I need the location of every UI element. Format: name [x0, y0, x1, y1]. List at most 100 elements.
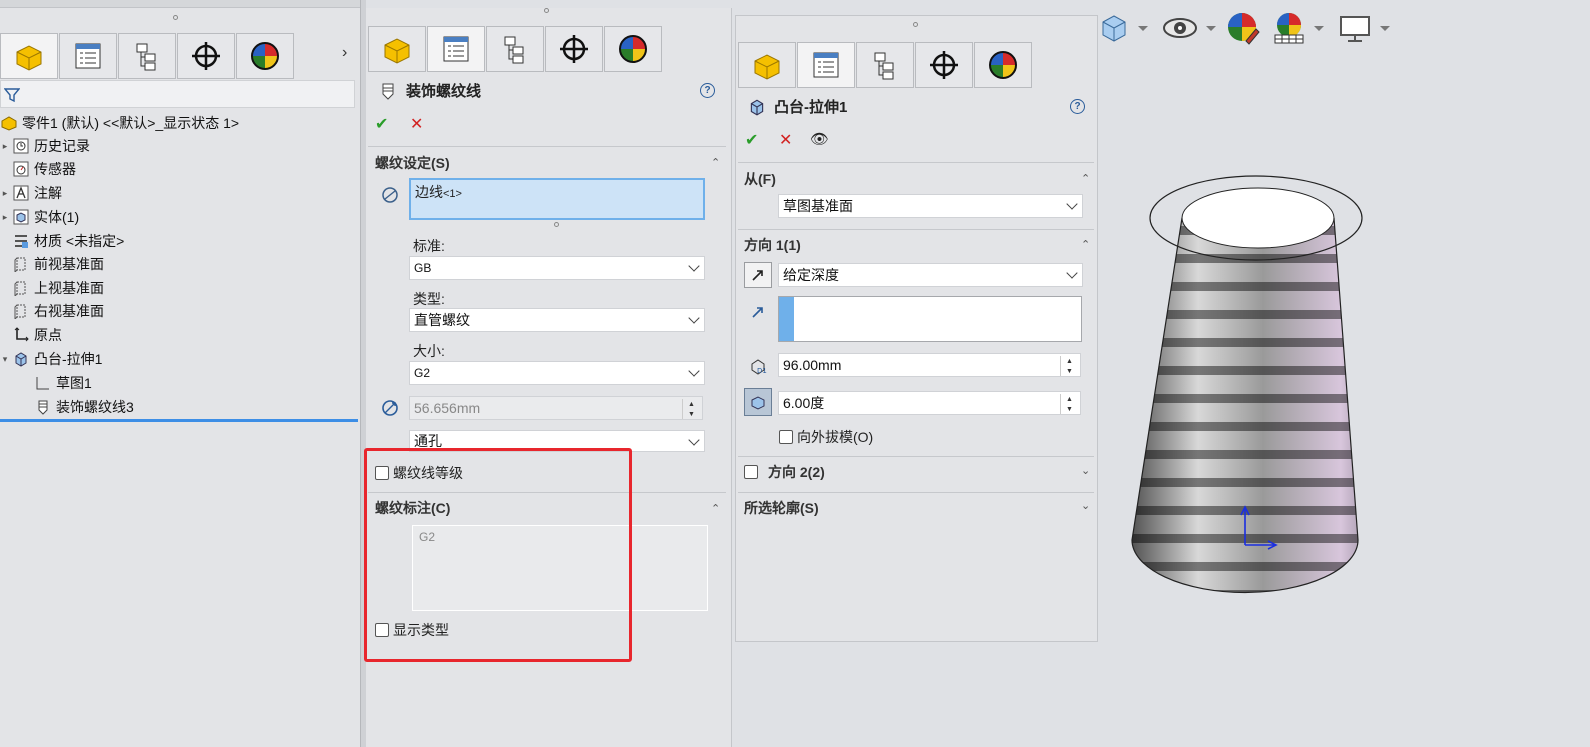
tab-property-manager[interactable] — [59, 33, 117, 79]
tree-item-sensors[interactable]: 传感器 — [0, 158, 76, 180]
collapse-chevron-icon[interactable]: ⌃ — [1081, 238, 1090, 251]
standard-select[interactable]: GB — [409, 256, 705, 280]
from-select[interactable]: 草图基准面 — [778, 194, 1083, 218]
tab-display-manager[interactable] — [236, 33, 294, 79]
chevron-down-icon[interactable] — [1206, 25, 1216, 31]
section-direction-1[interactable]: 方向 1(1) — [744, 234, 801, 256]
section-selected-contours[interactable]: 所选轮廓(S) — [744, 497, 819, 519]
model-viewport[interactable] — [1120, 170, 1380, 610]
depth-input[interactable]: 96.00mm ▲ ▼ — [778, 353, 1081, 377]
tab-property-manager[interactable] — [797, 42, 855, 88]
chevron-down-icon[interactable] — [1314, 25, 1324, 31]
tree-item-solid-bodies[interactable]: ▸ 实体(1) — [0, 206, 79, 228]
splitter-dot[interactable] — [544, 8, 549, 13]
depth-spinner[interactable]: ▲ ▼ — [1060, 356, 1078, 376]
help-button[interactable]: ? — [700, 83, 715, 98]
pm-header: 装饰螺纹线 — [380, 80, 481, 101]
view-orientation-icon — [1102, 15, 1126, 42]
resize-dot[interactable] — [554, 222, 559, 227]
cancel-button[interactable]: ✕ — [410, 114, 423, 134]
tree-item-label: 装饰螺纹线3 — [56, 399, 134, 415]
tree-item-right-plane[interactable]: 右视基准面 — [0, 300, 104, 322]
tab-feature-manager[interactable] — [0, 33, 58, 79]
end-condition-select[interactable]: 给定深度 — [778, 263, 1083, 287]
checkbox[interactable] — [779, 430, 793, 444]
ok-button[interactable]: ✔ — [745, 130, 758, 150]
rollback-bar[interactable] — [0, 419, 358, 422]
collapse-chevron-icon[interactable]: ⌃ — [1081, 172, 1090, 185]
edge-selection-box[interactable]: 边线<1> — [409, 178, 705, 220]
tree-item-origin[interactable]: 原点 — [0, 324, 62, 346]
size-label: 大小: — [413, 343, 445, 359]
tree-root[interactable]: 零件1 (默认) <<默认>_显示状态 1> — [0, 112, 239, 134]
tab-configuration-manager[interactable] — [118, 33, 176, 79]
tab-property-manager[interactable] — [427, 26, 485, 72]
splitter-dot[interactable] — [913, 22, 918, 27]
tab-feature-manager[interactable] — [738, 42, 796, 88]
filter-bar[interactable] — [0, 80, 355, 108]
expand-chevron-icon[interactable]: ⌄ — [1081, 499, 1090, 512]
view-orientation-button[interactable] — [1098, 10, 1148, 46]
tree-item-history[interactable]: ▸ 历史记录 — [0, 135, 90, 157]
expander-icon[interactable]: ▸ — [0, 188, 10, 199]
expand-chevron-icon[interactable]: ⌄ — [1081, 464, 1090, 477]
collapse-chevron-icon[interactable]: ⌃ — [711, 502, 720, 515]
chevron-down-icon[interactable] — [1380, 25, 1390, 31]
checkbox[interactable] — [744, 465, 758, 479]
draft-toggle-button[interactable] — [744, 388, 772, 416]
help-button[interactable]: ? — [1070, 99, 1085, 114]
ok-button[interactable]: ✔ — [375, 114, 388, 134]
tree-item-cosmetic-thread[interactable]: 装饰螺纹线3 — [22, 396, 134, 418]
chevron-down-icon — [1066, 198, 1078, 210]
expander-icon[interactable]: ▾ — [0, 354, 10, 365]
tree-item-boss-extrude[interactable]: ▾ 凸台-拉伸1 — [0, 348, 103, 370]
tab-configuration-manager[interactable] — [486, 26, 544, 72]
tab-display-manager[interactable] — [604, 26, 662, 72]
draft-outward-checkbox[interactable]: 向外拔模(O) — [779, 427, 873, 447]
filter-icon[interactable] — [4, 87, 20, 103]
cancel-button[interactable]: ✕ — [779, 130, 792, 150]
hide-show-button[interactable] — [1162, 10, 1216, 46]
boss-extrude-icon — [750, 99, 764, 116]
display-settings-button[interactable] — [1338, 10, 1390, 46]
boss-extrude-panel: 凸台-拉伸1 ? ✔ ✕ 👁 从(F) ⌃ 草图基准面 方向 1(1) ⌃ 给定… — [735, 15, 1098, 642]
apply-scene-button[interactable] — [1272, 10, 1324, 46]
tree-item-top-plane[interactable]: 上视基准面 — [0, 277, 104, 299]
size-select[interactable]: G2 — [409, 361, 705, 385]
tree-item-material[interactable]: 材质 <未指定> — [0, 230, 124, 252]
section-thread-settings[interactable]: 螺纹设定(S) — [375, 152, 450, 174]
edit-appearance-button[interactable] — [1226, 10, 1260, 46]
tab-dimxpert-manager[interactable] — [177, 33, 235, 79]
draft-icon — [751, 396, 765, 410]
diameter-spinner[interactable]: ▲ ▼ — [682, 399, 700, 419]
preview-eye-icon[interactable]: 👁 — [810, 130, 829, 148]
direction-reference-box[interactable] — [778, 296, 1082, 342]
tab-dimxpert-manager[interactable] — [545, 26, 603, 72]
draft-angle-input[interactable]: 6.00度 ▲ ▼ — [778, 391, 1081, 415]
direction-2-checkbox[interactable]: 方向 2(2) — [744, 462, 825, 482]
tab-display-manager[interactable] — [974, 42, 1032, 88]
expander-icon[interactable]: ▸ — [0, 212, 10, 223]
collapse-chevron-icon[interactable]: ⌃ — [711, 156, 720, 169]
chevron-down-icon[interactable] — [1138, 25, 1148, 31]
expander-icon[interactable]: ▸ — [0, 141, 10, 152]
type-select[interactable]: 直管螺纹 — [409, 308, 705, 332]
tab-scroll-right-icon[interactable]: › — [342, 44, 347, 62]
tree-item-sketch[interactable]: 草图1 — [22, 372, 92, 394]
tree-item-front-plane[interactable]: 前视基准面 — [0, 253, 104, 275]
tab-dimxpert-manager[interactable] — [915, 42, 973, 88]
tab-feature-manager[interactable] — [368, 26, 426, 72]
page-title: 装饰螺纹线 — [406, 83, 482, 100]
crosshair-icon — [560, 35, 588, 63]
manager-tabs — [368, 26, 663, 72]
section-from[interactable]: 从(F) — [744, 168, 776, 190]
tab-configuration-manager[interactable] — [856, 42, 914, 88]
tree-item-label: 历史记录 — [34, 138, 90, 154]
reverse-direction-button[interactable] — [744, 262, 772, 288]
splitter-dot[interactable] — [173, 15, 178, 20]
tree-item-annotations[interactable]: ▸ 注解 — [0, 182, 62, 204]
diameter-input[interactable]: 56.656mm ▲ ▼ — [409, 396, 703, 420]
draft-angle-spinner[interactable]: ▲ ▼ — [1060, 394, 1078, 414]
from-value: 草图基准面 — [783, 198, 853, 214]
boss-extrude-icon — [12, 351, 30, 367]
